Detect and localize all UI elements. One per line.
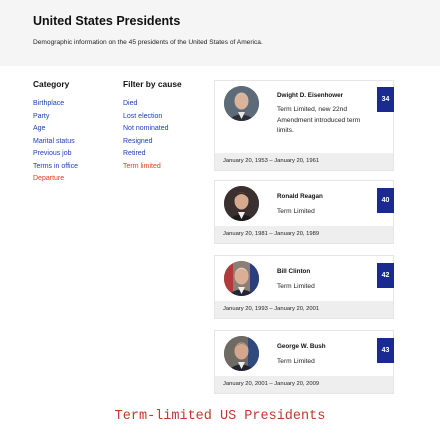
president-status: Term Limited, new 22nd Amendment introdu… xyxy=(277,106,361,134)
president-term-dates: January 20, 1993 – January 20, 2001 xyxy=(215,301,393,318)
page-header: United States Presidents Demographic inf… xyxy=(0,0,440,66)
image-caption: Term-limited US Presidents xyxy=(114,409,326,424)
president-photo xyxy=(224,336,259,371)
category-list: Birthplace Party Age Marital status Prev… xyxy=(33,98,78,186)
category-heading: Category xyxy=(33,79,70,89)
president-number-badge: 40 xyxy=(377,188,394,213)
president-number-badge: 43 xyxy=(377,338,394,363)
filter-resigned[interactable]: Resigned xyxy=(123,136,169,149)
president-name: Bill Clinton xyxy=(277,268,311,275)
president-photo xyxy=(224,261,259,296)
president-number-badge: 34 xyxy=(377,87,394,112)
president-name: Dwight D. Eisenhower xyxy=(277,92,344,99)
filter-term-limited[interactable]: Term limited xyxy=(123,161,169,174)
president-name: Ronald Reagan xyxy=(277,193,323,200)
president-number-badge: 42 xyxy=(377,263,394,288)
president-card[interactable]: Bill Clinton Term Limited 42 January 20,… xyxy=(214,255,394,319)
category-party[interactable]: Party xyxy=(33,111,78,124)
page-description: Demographic information on the 45 presid… xyxy=(33,39,263,46)
category-terms-in-office[interactable]: Terms in office xyxy=(33,161,78,174)
president-card[interactable]: Ronald Reagan Term Limited 40 January 20… xyxy=(214,180,394,244)
category-age[interactable]: Age xyxy=(33,123,78,136)
filter-not-nominated[interactable]: Not nominated xyxy=(123,123,169,136)
category-birthplace[interactable]: Birthplace xyxy=(33,98,78,111)
filter-died[interactable]: Died xyxy=(123,98,169,111)
page-title: United States Presidents xyxy=(33,14,181,28)
president-term-dates: January 20, 2001 – January 20, 2009 xyxy=(215,376,393,393)
president-term-dates: January 20, 1953 – January 20, 1961 xyxy=(215,153,393,170)
president-status: Term Limited xyxy=(277,208,315,215)
category-marital-status[interactable]: Marital status xyxy=(33,136,78,149)
filter-heading: Filter by cause xyxy=(123,79,182,89)
president-status: Term Limited xyxy=(277,358,315,365)
category-previous-job[interactable]: Previous job xyxy=(33,148,78,161)
president-photo xyxy=(224,86,259,121)
president-name: George W. Bush xyxy=(277,343,326,350)
category-departure[interactable]: Departure xyxy=(33,173,78,186)
filter-retired[interactable]: Retired xyxy=(123,148,169,161)
filter-lost-election[interactable]: Lost election xyxy=(123,111,169,124)
president-card[interactable]: Dwight D. Eisenhower Term Limited, new 2… xyxy=(214,80,394,171)
filter-list: Died Lost election Not nominated Resigne… xyxy=(123,98,169,173)
president-photo xyxy=(224,186,259,221)
president-card[interactable]: George W. Bush Term Limited 43 January 2… xyxy=(214,330,394,394)
president-term-dates: January 20, 1981 – January 20, 1989 xyxy=(215,226,393,243)
president-status: Term Limited xyxy=(277,283,315,290)
